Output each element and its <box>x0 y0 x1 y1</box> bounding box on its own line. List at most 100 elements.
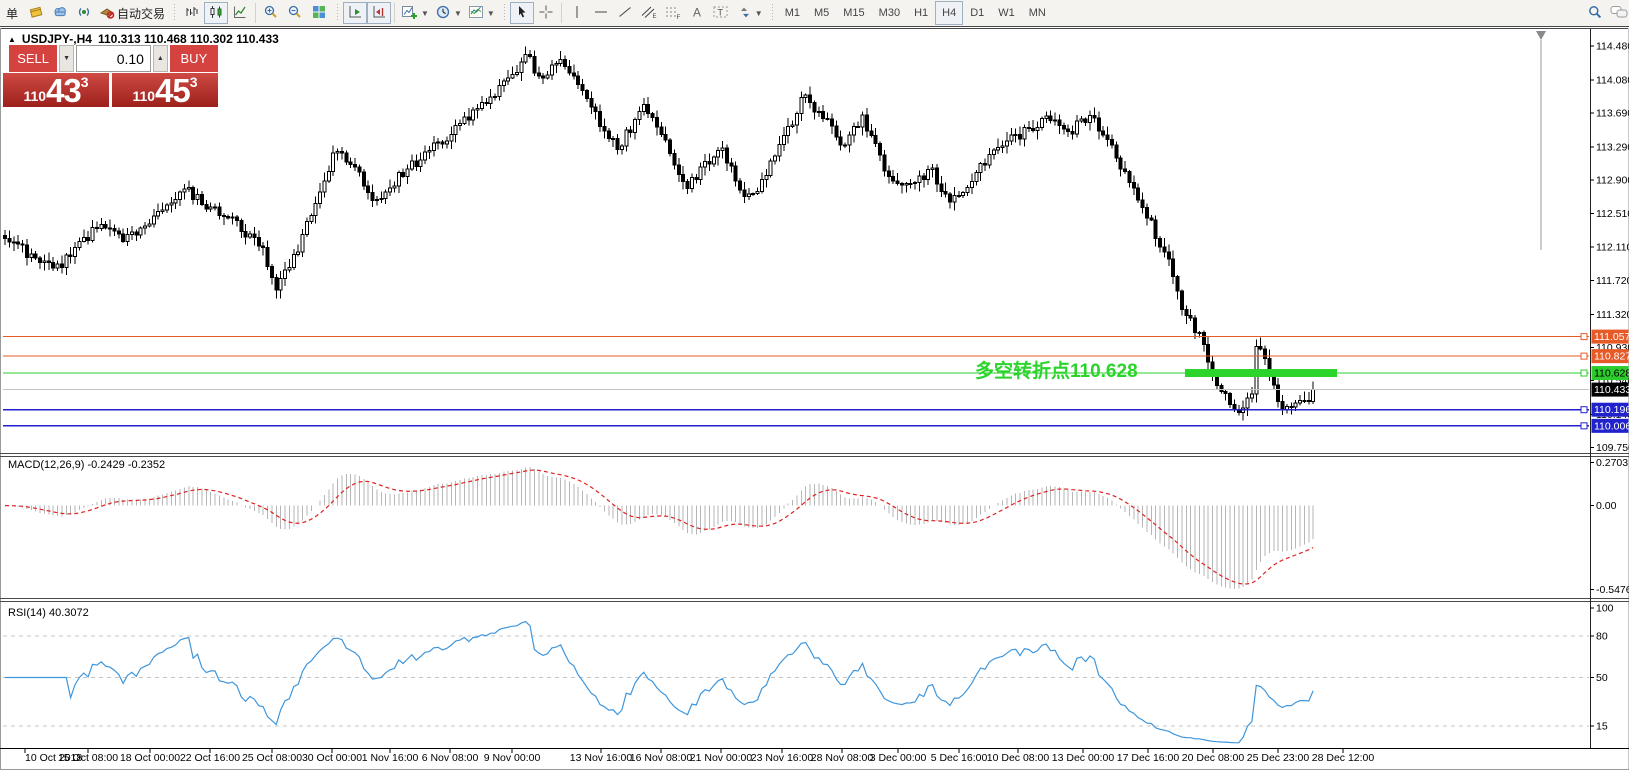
tile-windows-button[interactable] <box>307 2 331 24</box>
autotrade-icon <box>99 4 115 23</box>
volume-increase-button[interactable]: ▲ <box>153 45 168 72</box>
chat-button[interactable] <box>1607 2 1629 24</box>
time-tick-label: 9 Nov 00:00 <box>484 752 541 764</box>
dropdown-caret: ▼ <box>755 9 763 18</box>
toolbar-grip <box>502 4 507 22</box>
hline-handle[interactable] <box>1581 370 1587 376</box>
crosshair-button[interactable] <box>534 2 558 24</box>
time-tick-label: 1 Nov 16:00 <box>362 752 419 764</box>
arrows-button[interactable]: ▼ <box>733 2 766 24</box>
hline-handle[interactable] <box>1581 407 1587 413</box>
label-button[interactable]: T <box>709 2 733 24</box>
buy-price-button[interactable]: 110453 <box>112 73 218 107</box>
fibonacci-button[interactable]: F <box>661 2 685 24</box>
trendline-icon <box>617 4 633 23</box>
auto-scroll-button[interactable] <box>343 2 367 24</box>
signals-button[interactable] <box>72 2 96 24</box>
green-trend-segment[interactable] <box>1185 369 1337 377</box>
chat-icon <box>1610 4 1629 23</box>
indicators-button[interactable]: ▼ <box>398 2 432 24</box>
pivot-annotation: 多空转折点110.628 <box>975 356 1138 383</box>
community-button[interactable] <box>48 2 72 24</box>
time-tick-label: 15 Oct 08:00 <box>58 752 118 764</box>
autotrading-label: 自动交易 <box>117 5 165 22</box>
macd-axis-label: 0.00 <box>1596 500 1617 512</box>
vertical-line-button[interactable] <box>565 2 589 24</box>
price-tick-label: 109.750 <box>1596 442 1629 454</box>
macd-panel[interactable] <box>3 458 1589 597</box>
search-button[interactable] <box>1583 2 1607 24</box>
time-tick-label: 3 Dec 00:00 <box>870 752 927 764</box>
bar-chart-icon <box>184 4 200 23</box>
bar-chart-button[interactable] <box>180 2 204 24</box>
symbol-ohlc: 110.313 110.468 110.302 110.433 <box>98 32 279 46</box>
time-tick-label: 28 Nov 08:00 <box>811 752 874 764</box>
price-tick-label: 113.690 <box>1596 108 1629 120</box>
price-tick-label: 111.320 <box>1596 309 1629 321</box>
cloud-icon <box>52 4 68 23</box>
clock-icon <box>435 4 451 23</box>
time-tick-label: 17 Dec 16:00 <box>1117 752 1180 764</box>
price-tag-label: 110.628 <box>1594 368 1629 380</box>
sell-price-big: 43 <box>46 76 81 106</box>
auto-scroll-icon <box>347 4 363 23</box>
timeframe-H1[interactable]: H1 <box>907 1 935 25</box>
channel-button[interactable]: E <box>637 2 661 24</box>
search-icon <box>1587 4 1603 23</box>
time-tick-label: 16 Nov 08:00 <box>630 752 693 764</box>
timeframe-D1[interactable]: D1 <box>963 1 991 25</box>
hline-handle[interactable] <box>1581 423 1587 429</box>
price-tick-label: 112.900 <box>1596 175 1629 187</box>
zoom-out-button[interactable] <box>283 2 307 24</box>
buy-button[interactable]: BUY <box>170 45 218 72</box>
volume-input[interactable]: 0.10 <box>76 45 151 72</box>
chart-shift-button[interactable] <box>367 2 391 24</box>
templates-button[interactable]: ▼ <box>465 2 498 24</box>
timeframe-H4[interactable]: H4 <box>935 1 963 25</box>
timeframe-M15[interactable]: M15 <box>836 1 871 25</box>
horizontal-line-button[interactable] <box>589 2 613 24</box>
sell-button[interactable]: SELL <box>9 45 57 72</box>
toolbar: 单 自动交易 ▼ ▼ ▼ E F A T ▼ M1M <box>0 0 1629 27</box>
macd-axis-label: -0.5476 <box>1596 584 1629 596</box>
time-tick-label: 13 Nov 16:00 <box>570 752 633 764</box>
timeframe-MN[interactable]: MN <box>1022 1 1053 25</box>
dropdown-caret: ▼ <box>421 9 429 18</box>
rsi-label: RSI(14) 40.3072 <box>8 607 89 619</box>
price-tag-label: 110.006 <box>1594 420 1629 432</box>
timeframe-M30[interactable]: M30 <box>872 1 907 25</box>
hline-handle[interactable] <box>1581 334 1587 340</box>
channel-icon: E <box>640 4 657 23</box>
new-order-label: 单 <box>6 5 18 22</box>
history-center-button[interactable] <box>24 2 48 24</box>
collapse-icon[interactable]: ▲ <box>8 35 16 44</box>
signal-icon <box>76 4 92 23</box>
horizontal-line-icon <box>593 4 609 23</box>
timeframe-M1[interactable]: M1 <box>778 1 807 25</box>
one-click-trade-panel: SELL ▼ 0.10 ▲ BUY 110433 110453 <box>3 45 218 107</box>
autotrading-button[interactable]: 自动交易 <box>96 2 168 24</box>
time-axis-labels: 10 Oct 201815 Oct 08:0018 Oct 00:0022 Oc… <box>25 749 1374 764</box>
toolbar-grip <box>172 4 177 22</box>
svg-text:F: F <box>677 15 681 20</box>
timeframe-M5[interactable]: M5 <box>807 1 836 25</box>
volume-decrease-button[interactable]: ▼ <box>59 45 74 72</box>
book-icon <box>28 4 44 23</box>
timeframe-W1[interactable]: W1 <box>991 1 1022 25</box>
zoom-in-button[interactable] <box>259 2 283 24</box>
sell-price-button[interactable]: 110433 <box>3 73 109 107</box>
chart-canvas[interactable]: 114.480114.080113.690113.290112.900112.5… <box>0 28 1629 771</box>
periods-button[interactable]: ▼ <box>432 2 465 24</box>
fibonacci-icon: F <box>664 4 681 23</box>
time-tick-label: 18 Oct 00:00 <box>120 752 180 764</box>
text-button[interactable]: A <box>685 2 709 24</box>
toolbar-separator <box>394 3 395 23</box>
cursor-button[interactable] <box>510 2 534 24</box>
candlestick-chart-button[interactable] <box>204 2 228 24</box>
toolbar-separator <box>561 3 562 23</box>
trendline-button[interactable] <box>613 2 637 24</box>
new-order-button[interactable]: 单 <box>0 2 24 24</box>
hline-handle[interactable] <box>1581 353 1587 359</box>
line-chart-button[interactable] <box>228 2 252 24</box>
zoom-in-icon <box>263 4 279 23</box>
